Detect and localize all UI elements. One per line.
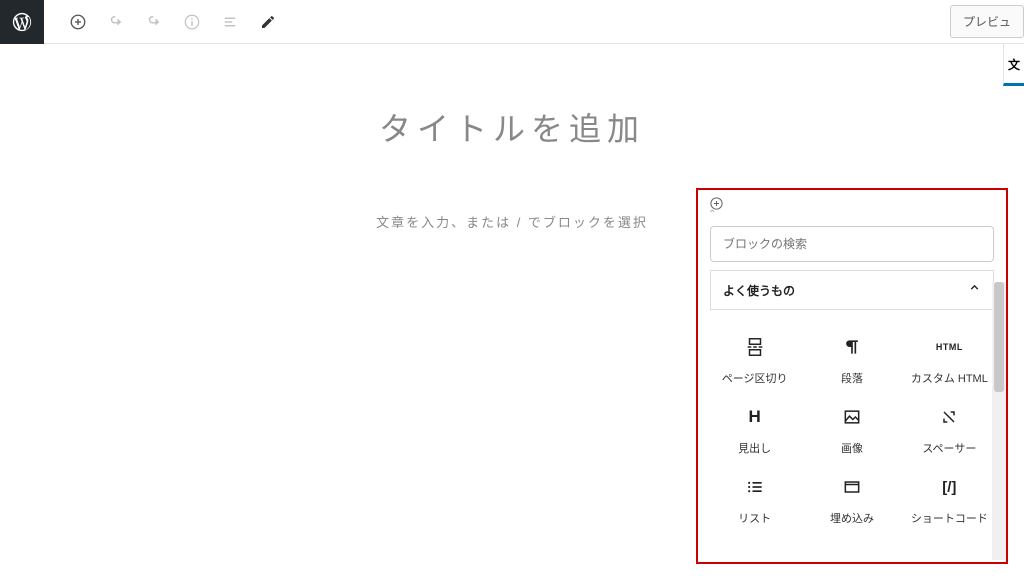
- block-label: 段落: [841, 370, 863, 386]
- redo-icon[interactable]: [144, 12, 164, 32]
- chevron-up-icon: [968, 281, 981, 299]
- spacer-icon: [938, 406, 960, 428]
- pilcrow-icon: [841, 336, 863, 358]
- block-grid: ページ区切り 段落 HTML カスタム HTML H 見出し 画像 スペーサー …: [698, 318, 1006, 536]
- block-search-wrapper: [710, 226, 994, 262]
- html-icon: HTML: [938, 336, 960, 358]
- title-input[interactable]: タイトルを追加: [0, 104, 1024, 150]
- block-shortcode[interactable]: [/] ショートコード: [901, 476, 998, 526]
- popover-notch: ⌃: [708, 212, 1006, 218]
- block-image[interactable]: 画像: [803, 406, 900, 456]
- wordpress-logo[interactable]: [0, 0, 44, 44]
- info-icon[interactable]: [182, 12, 202, 32]
- block-page-break[interactable]: ページ区切り: [706, 336, 803, 386]
- block-paragraph[interactable]: 段落: [803, 336, 900, 386]
- block-label: カスタム HTML: [911, 370, 988, 386]
- preview-button[interactable]: プレビュ: [950, 5, 1024, 38]
- inserter-toggle-icon[interactable]: [702, 194, 730, 212]
- block-embed[interactable]: 埋め込み: [803, 476, 900, 526]
- undo-icon[interactable]: [106, 12, 126, 32]
- embed-icon: [841, 476, 863, 498]
- heading-icon: H: [744, 406, 766, 428]
- block-label: 画像: [841, 440, 863, 456]
- block-label: ページ区切り: [722, 370, 788, 386]
- block-heading[interactable]: H 見出し: [706, 406, 803, 456]
- outline-icon[interactable]: [220, 12, 240, 32]
- list-icon: [744, 476, 766, 498]
- add-block-icon[interactable]: [68, 12, 88, 32]
- block-search-input[interactable]: [710, 226, 994, 262]
- page-break-icon: [744, 336, 766, 358]
- inserter-section-title: よく使うもの: [723, 282, 795, 299]
- shortcode-icon: [/]: [938, 476, 960, 498]
- block-list[interactable]: リスト: [706, 476, 803, 526]
- sidebar-tab-document[interactable]: 文: [1003, 44, 1024, 86]
- block-label: 見出し: [738, 440, 771, 456]
- top-toolbar: プレビュ: [0, 0, 1024, 44]
- block-label: リスト: [738, 510, 771, 526]
- block-label: スペーサー: [922, 440, 976, 456]
- block-inserter-popover: ⌃ よく使うもの ページ区切り 段落 HTML カスタム HTML H 見出し …: [696, 188, 1008, 564]
- inserter-scrollbar-thumb[interactable]: [994, 282, 1004, 392]
- image-icon: [841, 406, 863, 428]
- block-custom-html[interactable]: HTML カスタム HTML: [901, 336, 998, 386]
- inserter-section-header[interactable]: よく使うもの: [710, 270, 994, 310]
- block-spacer[interactable]: スペーサー: [901, 406, 998, 456]
- block-label: 埋め込み: [830, 510, 874, 526]
- edit-icon[interactable]: [258, 12, 278, 32]
- block-label: ショートコード: [911, 510, 988, 526]
- toolbar-icon-group: [44, 12, 278, 32]
